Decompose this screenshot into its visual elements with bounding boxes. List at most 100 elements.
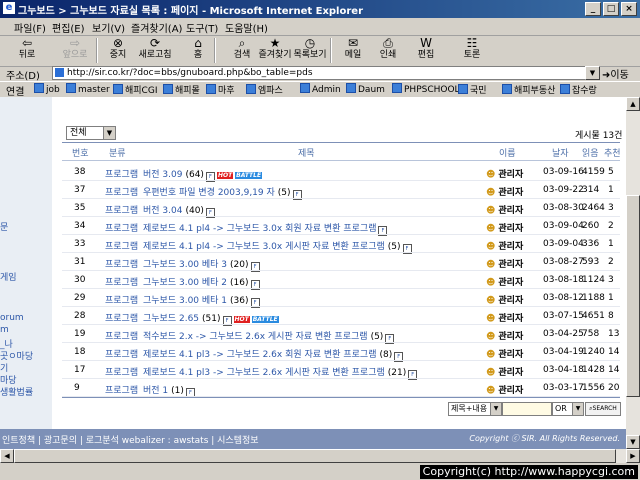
scroll-down-icon[interactable]: ▼ [626, 435, 640, 449]
link-7[interactable]: Daum [346, 83, 385, 95]
chevron-down-icon[interactable]: ▼ [490, 403, 501, 415]
table-row[interactable]: 29프로그램그누보드 3.00 베타 1(36)F관리자03-08-121188… [62, 290, 620, 308]
link-9[interactable]: 국민 [458, 83, 487, 96]
table-row[interactable]: 18 프로그램 제로보드 4.1 pl3 -> 그누보드 2.6x 회원 자료 변환… [62, 344, 620, 362]
link-2[interactable]: 해피CGI [113, 83, 157, 96]
toolbar-button-home[interactable]: ⌂ 홈 [181, 36, 215, 65]
horizontal-scrollbar[interactable]: ◀ ▶ [0, 449, 640, 463]
scroll-left-icon[interactable]: ◀ [0, 449, 14, 463]
toolbar-button-stop[interactable]: ⊗ 중지 [101, 36, 135, 65]
link-5[interactable]: 엠파스 [246, 83, 283, 96]
row-author[interactable]: 관리자 [486, 347, 523, 360]
search-button[interactable]: ⌕SEARCH [585, 402, 621, 416]
row-title[interactable]: 그누보드 2.65 [143, 314, 199, 324]
row-author[interactable]: 관리자 [486, 239, 523, 252]
close-button[interactable]: × [621, 2, 637, 16]
row-category[interactable]: 프로그램 [105, 383, 138, 396]
search-field-select[interactable]: 제목+내용 ▼ [448, 402, 502, 416]
toolbar-button-history[interactable]: ◷ 목록보기 [293, 36, 327, 65]
row-author[interactable]: 관리자 [486, 383, 523, 396]
row-title[interactable]: 그누보드 3.00 베타 2 [143, 278, 227, 288]
sidebar-link[interactable]: orum [0, 313, 24, 323]
row-author[interactable]: 관리자 [486, 365, 523, 378]
row-author[interactable]: 관리자 [486, 275, 523, 288]
sidebar-link[interactable]: 게임 [0, 270, 17, 283]
horizontal-scroll-thumb[interactable] [14, 449, 616, 463]
row-author[interactable]: 관리자 [486, 257, 523, 270]
menu-help[interactable]: 도움말(H) [225, 20, 268, 35]
table-row[interactable]: 9프로그램버전 1(1)F관리자03-03-17155620 [62, 380, 620, 398]
toolbar-button-print[interactable]: ⎙ 인쇄 [371, 36, 405, 65]
menu-edit[interactable]: 편집(E) [52, 20, 85, 35]
row-title[interactable]: 제로보드 4.1 pl3 -> 그누보드 2.6x 회원 자료 변환 프로그램 [143, 350, 376, 360]
row-title[interactable]: 버전 3.04 [143, 206, 182, 216]
table-row[interactable]: 35프로그램버전 3.04(40)F관리자03-08-3024643 [62, 200, 620, 218]
toolbar-button-edit[interactable]: W 편집 [409, 36, 443, 65]
minimize-button[interactable]: _ [585, 2, 601, 16]
search-operator-select[interactable]: OR ▼ [552, 402, 584, 416]
row-category[interactable]: 프로그램 [105, 275, 138, 288]
row-category[interactable]: 프로그램 [105, 257, 138, 270]
row-category[interactable]: 프로그램 [105, 221, 138, 234]
link-11[interactable]: 잡수랑 [560, 83, 597, 96]
toolbar-button-forward-arrow[interactable]: ⇨ 앞으로 [58, 36, 92, 65]
table-row[interactable]: 33 프로그램 제로보드 4.1 pl4 -> 그누보드 3.0x 게시판 자료 변… [62, 236, 620, 254]
toolbar-button-mail[interactable]: ✉ 메일 [336, 36, 370, 65]
link-6[interactable]: Admin [300, 83, 341, 95]
row-title[interactable]: 우편번호 파일 변경 2003,9,19 자 [143, 188, 275, 198]
row-title[interactable]: 제로보드 4.1 pl4 -> 그누보드 3.0x 게시판 자료 변환 프로그램 [143, 242, 385, 252]
row-category[interactable]: 프로그램 [105, 203, 138, 216]
table-row[interactable]: 28프로그램그누보드 2.65(51)FHOTBATTLE관리자03-07-15… [62, 308, 620, 326]
table-row[interactable]: 19 프로그램 적수보드 2.x -> 그누보드 2.6x 게시판 자료 변환 프로… [62, 326, 620, 344]
link-0[interactable]: job [34, 83, 60, 95]
scroll-up-icon[interactable]: ▲ [626, 97, 640, 111]
table-row[interactable]: 37프로그램우편번호 파일 변경 2003,9,19 자(5)F관리자03-09… [62, 182, 620, 200]
toolbar-button-search[interactable]: ⌕ 검색 [225, 36, 259, 65]
table-row[interactable]: 38프로그램버전 3.09(64)FHOTBATTLE관리자03-09-1641… [62, 164, 620, 182]
row-author[interactable]: 관리자 [486, 203, 523, 216]
sidebar-link[interactable]: m [0, 325, 9, 335]
vertical-scroll-thumb[interactable] [626, 195, 640, 397]
row-category[interactable]: 프로그램 [105, 185, 138, 198]
scroll-right-icon[interactable]: ▶ [626, 449, 640, 463]
toolbar-button-discuss[interactable]: ☷ 토론 [455, 36, 489, 65]
go-button[interactable]: ➜이동 [602, 66, 629, 81]
row-category[interactable]: 프로그램 [105, 329, 138, 342]
row-category[interactable]: 프로그램 [105, 311, 138, 324]
table-row[interactable]: 34 프로그램 제로보드 4.1 pl4 -> 그누보드 3.0x 회원 자료 변환… [62, 218, 620, 236]
row-title[interactable]: 버전 3.09 [143, 170, 182, 180]
chevron-down-icon[interactable]: ▼ [572, 403, 583, 415]
chevron-down-icon[interactable]: ▼ [103, 127, 115, 139]
link-4[interactable]: 마후 [206, 83, 235, 96]
table-row[interactable]: 31프로그램그누보드 3.00 베타 3(20)F관리자03-08-275932 [62, 254, 620, 272]
sidebar-link[interactable]: 문 [0, 220, 8, 233]
row-title[interactable]: 그누보드 3.00 베타 3 [143, 260, 227, 270]
row-category[interactable]: 프로그램 [105, 365, 138, 378]
maximize-button[interactable]: □ [603, 2, 619, 16]
category-select[interactable]: 전체 ▼ [66, 126, 116, 140]
link-10[interactable]: 해피부동산 [502, 83, 555, 96]
toolbar-button-favorites[interactable]: ★ 즐겨찾기 [258, 36, 292, 65]
sidebar-link[interactable]: 생활법률 [0, 385, 33, 398]
menu-tools[interactable]: 도구(T) [186, 20, 218, 35]
menu-file[interactable]: 파일(F) [14, 20, 46, 35]
menu-favorites[interactable]: 즐겨찾기(A) [131, 20, 182, 35]
table-row[interactable]: 30프로그램그누보드 3.00 베타 2(16)F관리자03-08-181124… [62, 272, 620, 290]
row-author[interactable]: 관리자 [486, 185, 523, 198]
row-author[interactable]: 관리자 [486, 329, 523, 342]
row-category[interactable]: 프로그램 [105, 167, 138, 180]
row-category[interactable]: 프로그램 [105, 293, 138, 306]
row-title[interactable]: 그누보드 3.00 베타 1 [143, 296, 227, 306]
address-dropdown-icon[interactable]: ▼ [585, 66, 600, 80]
search-input[interactable] [502, 402, 552, 416]
row-title[interactable]: 제로보드 4.1 pl4 -> 그누보드 3.0x 회원 자료 변환 프로그램 [143, 224, 376, 234]
toolbar-button-back-arrow[interactable]: ⇦ 뒤로 [10, 36, 44, 65]
row-author[interactable]: 관리자 [486, 167, 523, 180]
vertical-scrollbar[interactable]: ▲ ▼ [626, 97, 640, 449]
row-title[interactable]: 버전 1 [143, 386, 168, 396]
link-1[interactable]: master [66, 83, 110, 95]
toolbar-button-refresh[interactable]: ⟳ 새로고침 [138, 36, 172, 65]
row-category[interactable]: 프로그램 [105, 347, 138, 360]
address-url[interactable]: http://sir.co.kr/?doc=bbs/gnuboard.php&b… [67, 67, 313, 79]
row-author[interactable]: 관리자 [486, 293, 523, 306]
